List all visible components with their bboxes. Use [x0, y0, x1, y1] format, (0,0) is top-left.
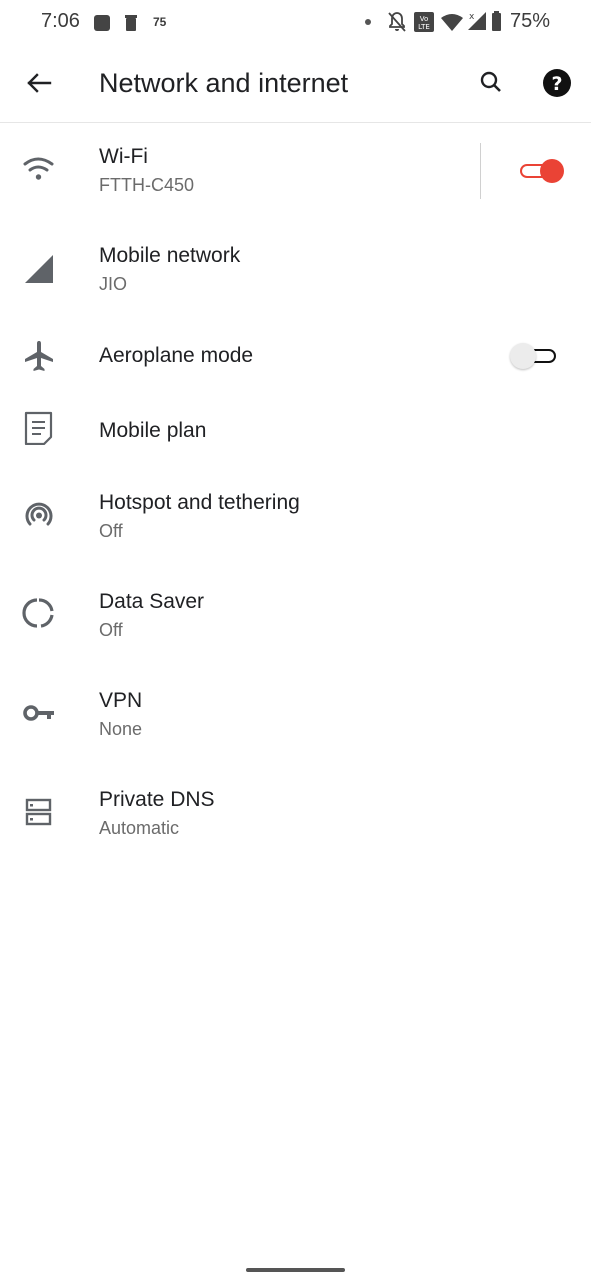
setting-private-dns[interactable]: Private DNS Automatic — [0, 766, 591, 863]
app-bar: Network and internet ? — [0, 46, 591, 123]
setting-subtitle: Off — [99, 620, 123, 640]
volte-icon: VoLTE — [414, 12, 434, 32]
key-icon — [23, 705, 54, 721]
wifi-toggle[interactable] — [518, 157, 566, 185]
svg-text:LTE: LTE — [418, 23, 430, 31]
setting-subtitle: FTTH-C450 — [99, 175, 195, 195]
search-icon — [480, 71, 501, 92]
setting-subtitle: Off — [99, 521, 123, 541]
setting-title: Data Saver — [99, 590, 205, 613]
setting-wifi[interactable]: Wi-Fi FTTH-C450 — [0, 123, 591, 220]
trash-icon — [125, 15, 137, 31]
setting-title: Mobile plan — [99, 419, 207, 442]
status-time: 7:06 — [41, 10, 80, 32]
status-bar: 7:06 75 Vo LTE x 75% — [0, 0, 591, 46]
help-button[interactable]: ? — [538, 64, 578, 104]
svg-text:x: x — [469, 12, 475, 22]
search-button[interactable] — [472, 64, 512, 104]
back-button[interactable] — [20, 64, 60, 104]
dns-icon — [25, 798, 52, 826]
setting-title: Aeroplane mode — [99, 344, 254, 367]
bell-off-icon — [388, 12, 406, 32]
cell-signal-icon — [25, 255, 53, 283]
setting-data-saver[interactable]: Data Saver Off — [0, 568, 591, 665]
setting-title: Private DNS — [99, 788, 215, 811]
battery-percentage: 75% — [510, 10, 551, 32]
setting-title: Mobile network — [99, 244, 241, 267]
dot-icon — [365, 19, 371, 25]
battery-icon — [492, 11, 501, 31]
setting-title: Hotspot and tethering — [99, 491, 300, 514]
toggle-thumb — [540, 159, 564, 183]
toggle-thumb — [510, 343, 536, 369]
gesture-nav-handle[interactable] — [246, 1268, 345, 1272]
page-title: Network and internet — [99, 68, 349, 98]
mobile-plan-icon — [24, 411, 53, 445]
svg-text:Vo: Vo — [420, 15, 429, 23]
setting-hotspot[interactable]: Hotspot and tethering Off — [0, 469, 591, 566]
help-icon: ? — [543, 69, 571, 97]
setting-vpn[interactable]: VPN None — [0, 667, 591, 764]
airplane-icon — [25, 341, 53, 371]
setting-mobile-network[interactable]: Mobile network JIO — [0, 222, 591, 319]
setting-subtitle: JIO — [99, 274, 128, 294]
back-arrow-icon — [27, 73, 52, 93]
signal-icon: x — [468, 12, 486, 30]
notification-count: 75 — [153, 15, 167, 29]
data-saver-icon — [22, 598, 54, 628]
wifi-icon — [23, 157, 54, 180]
setting-subtitle: Automatic — [99, 818, 180, 838]
svg-text:?: ? — [551, 73, 562, 95]
setting-subtitle: None — [99, 719, 143, 739]
setting-title: Wi-Fi — [99, 145, 148, 168]
notification-square-icon — [94, 15, 110, 31]
hotspot-icon — [25, 502, 53, 526]
setting-aeroplane-mode[interactable]: Aeroplane mode — [0, 321, 591, 393]
aeroplane-mode-toggle[interactable] — [508, 342, 558, 370]
setting-mobile-plan[interactable]: Mobile plan — [0, 395, 591, 467]
wifi-icon — [441, 14, 463, 31]
divider — [480, 143, 481, 199]
setting-title: VPN — [99, 689, 143, 712]
